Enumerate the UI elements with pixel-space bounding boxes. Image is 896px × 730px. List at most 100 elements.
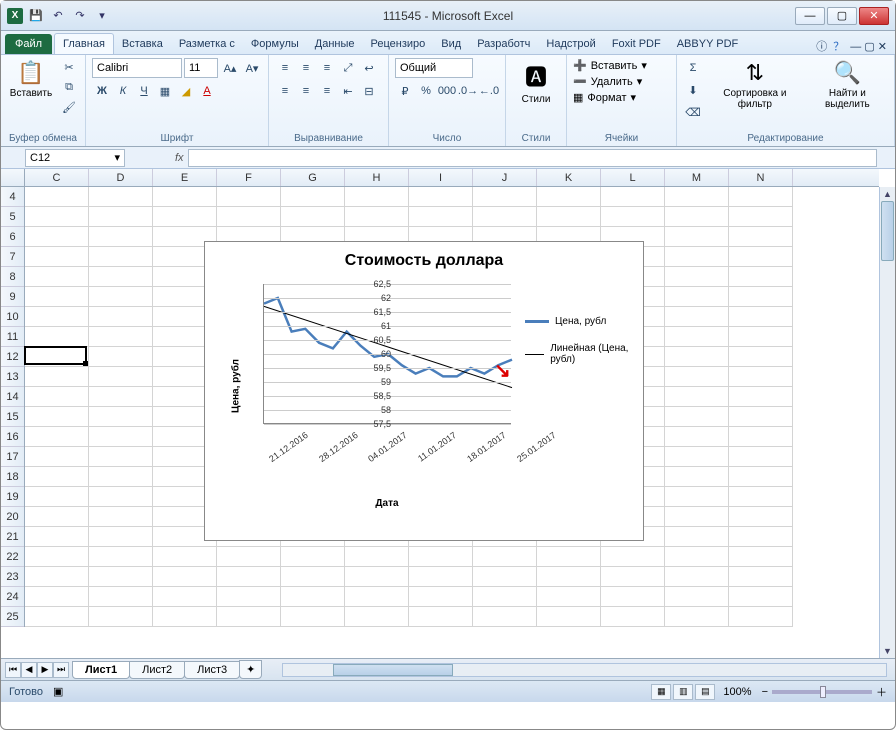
paste-button[interactable]: 📋 Вставить (7, 58, 55, 101)
cell[interactable] (729, 507, 793, 527)
cell[interactable] (25, 187, 89, 207)
row-header-6[interactable]: 6 (1, 227, 24, 247)
cell[interactable] (409, 567, 473, 587)
col-header-D[interactable]: D (89, 169, 153, 186)
tab-view[interactable]: Вид (433, 34, 469, 54)
cell[interactable] (89, 287, 153, 307)
col-header-F[interactable]: F (217, 169, 281, 186)
align-bottom-icon[interactable]: ≡ (317, 58, 337, 78)
tab-addins[interactable]: Надстрой (538, 34, 603, 54)
merge-icon[interactable]: ⊟ (359, 81, 379, 101)
cell[interactable] (601, 587, 665, 607)
col-header-L[interactable]: L (601, 169, 665, 186)
cell[interactable] (89, 327, 153, 347)
cell[interactable] (601, 547, 665, 567)
cell[interactable] (25, 587, 89, 607)
align-left-icon[interactable]: ≡ (275, 81, 295, 101)
cell[interactable] (665, 287, 729, 307)
select-all-corner[interactable] (1, 169, 25, 186)
cell[interactable] (665, 607, 729, 627)
zoom-out-icon[interactable]: − (762, 686, 768, 698)
col-header-H[interactable]: H (345, 169, 409, 186)
sheet-nav-last[interactable]: ⏭ (53, 662, 69, 678)
row-header-25[interactable]: 25 (1, 607, 24, 627)
cell[interactable] (665, 247, 729, 267)
cell[interactable] (729, 327, 793, 347)
cell[interactable] (729, 187, 793, 207)
col-header-I[interactable]: I (409, 169, 473, 186)
cell[interactable] (601, 607, 665, 627)
cell[interactable] (473, 207, 537, 227)
tab-abbyy[interactable]: ABBYY PDF (669, 34, 747, 54)
cell[interactable] (601, 187, 665, 207)
bold-icon[interactable]: Ж (92, 81, 112, 101)
row-header-16[interactable]: 16 (1, 427, 24, 447)
cell[interactable] (25, 427, 89, 447)
col-header-J[interactable]: J (473, 169, 537, 186)
insert-cells-button[interactable]: ➕Вставить ▾ (573, 58, 647, 73)
format-painter-icon[interactable]: 🖌 (59, 98, 79, 116)
name-box[interactable]: C12▾ (25, 149, 125, 167)
qat-more-icon[interactable]: ▾ (93, 7, 111, 25)
row-header-19[interactable]: 19 (1, 487, 24, 507)
cell[interactable] (89, 247, 153, 267)
col-header-M[interactable]: M (665, 169, 729, 186)
row-header-21[interactable]: 21 (1, 527, 24, 547)
cell[interactable] (281, 207, 345, 227)
undo-icon[interactable]: ↶ (49, 7, 67, 25)
wrap-text-icon[interactable]: ↩ (359, 58, 379, 78)
orientation-icon[interactable]: ⤢ (338, 58, 358, 78)
sheet-tab-0[interactable]: Лист1 (72, 661, 130, 679)
cell[interactable] (25, 407, 89, 427)
cell[interactable] (729, 567, 793, 587)
scroll-down-icon[interactable]: ▼ (880, 644, 895, 658)
cell[interactable] (25, 367, 89, 387)
sort-filter-button[interactable]: ⇅ Сортировка и фильтр (707, 58, 803, 112)
cell[interactable] (601, 567, 665, 587)
cell[interactable] (217, 547, 281, 567)
tab-developer[interactable]: Разработч (469, 34, 538, 54)
row-header-12[interactable]: 12 (1, 347, 24, 367)
col-header-G[interactable]: G (281, 169, 345, 186)
cell[interactable] (217, 567, 281, 587)
cell[interactable] (153, 187, 217, 207)
row-header-4[interactable]: 4 (1, 187, 24, 207)
cell[interactable] (25, 387, 89, 407)
cell[interactable] (665, 407, 729, 427)
macro-record-icon[interactable]: ▣ (53, 685, 63, 698)
indent-dec-icon[interactable]: ⇤ (338, 81, 358, 101)
cell[interactable] (281, 187, 345, 207)
align-middle-icon[interactable]: ≡ (296, 58, 316, 78)
cell[interactable] (729, 267, 793, 287)
cut-icon[interactable]: ✂ (59, 58, 79, 76)
cell[interactable] (345, 207, 409, 227)
cell[interactable] (665, 487, 729, 507)
row-header-14[interactable]: 14 (1, 387, 24, 407)
cell[interactable] (537, 567, 601, 587)
close-button[interactable]: ✕ (859, 7, 889, 25)
col-header-E[interactable]: E (153, 169, 217, 186)
cell[interactable] (537, 547, 601, 567)
cell[interactable] (89, 527, 153, 547)
row-header-20[interactable]: 20 (1, 507, 24, 527)
cell[interactable] (25, 267, 89, 287)
zoom-handle[interactable] (820, 686, 826, 698)
shrink-font-icon[interactable]: A▾ (242, 58, 262, 78)
cell[interactable] (537, 207, 601, 227)
cell[interactable] (25, 247, 89, 267)
cell[interactable] (281, 587, 345, 607)
delete-cells-button[interactable]: ➖Удалить ▾ (573, 74, 642, 89)
cell[interactable] (665, 207, 729, 227)
cell[interactable] (409, 187, 473, 207)
cell[interactable] (153, 547, 217, 567)
cell[interactable] (89, 467, 153, 487)
maximize-button[interactable]: ▢ (827, 7, 857, 25)
zoom-slider[interactable] (772, 690, 872, 694)
cell[interactable] (729, 347, 793, 367)
tab-pagelayout[interactable]: Разметка с (171, 34, 243, 54)
cell[interactable] (345, 187, 409, 207)
sheet-nav-next[interactable]: ▶ (37, 662, 53, 678)
tab-home[interactable]: Главная (54, 33, 114, 54)
font-color-icon[interactable]: A (197, 81, 217, 101)
align-top-icon[interactable]: ≡ (275, 58, 295, 78)
